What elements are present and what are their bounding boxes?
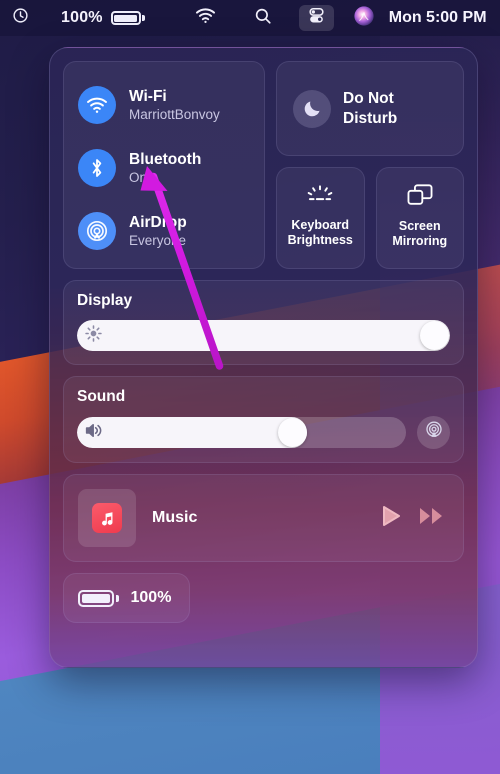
keyboard-brightness-tile[interactable]: Keyboard Brightness <box>276 167 365 269</box>
bluetooth-status: On <box>129 169 148 185</box>
display-slider-fill <box>77 320 450 351</box>
music-app-icon <box>92 503 122 533</box>
sound-slider-row <box>77 416 450 449</box>
sound-volume-slider[interactable] <box>77 417 406 448</box>
control-center-panel: Wi-Fi MarriottBonvoy Bluetooth On AirDro… <box>49 47 478 668</box>
menubar-clock-text: Mon 5:00 PM <box>388 9 487 26</box>
menubar-control-center-button[interactable] <box>298 5 334 31</box>
control-center-toggles-icon <box>307 6 326 30</box>
music-app-name: Music <box>152 509 198 526</box>
keyboard-brightness-label-line2: Brightness <box>287 233 353 247</box>
wifi-icon <box>195 7 216 29</box>
keyboard-brightness-label-line1: Keyboard <box>291 218 350 232</box>
menubar-clock[interactable]: Mon 5:00 PM <box>382 5 494 31</box>
screen-mirroring-label: Screen Mirroring <box>392 219 447 249</box>
connectivity-card: Wi-Fi MarriottBonvoy Bluetooth On AirDro… <box>63 61 265 269</box>
clock-icon <box>12 7 29 29</box>
sound-card: Sound <box>63 376 464 463</box>
do-not-disturb-tile[interactable]: Do Not Disturb <box>276 61 464 156</box>
siri-orb-icon <box>353 5 375 32</box>
menubar-siri-button[interactable] <box>346 5 382 31</box>
play-icon[interactable] <box>380 504 402 533</box>
battery-full-icon <box>78 589 119 607</box>
screen-mirroring-tile[interactable]: Screen Mirroring <box>375 167 464 269</box>
quick-tiles-column: Do Not Disturb Keyboard Brightness Scree… <box>276 61 464 269</box>
menubar-battery[interactable]: 100% <box>54 5 152 31</box>
tile-pair: Keyboard Brightness Screen Mirroring <box>276 167 464 269</box>
airdrop-toggle-row[interactable]: AirDrop Everyone <box>64 202 264 260</box>
airdrop-label: AirDrop <box>129 214 187 232</box>
keyboard-brightness-icon <box>305 184 335 211</box>
do-not-disturb-label: Do Not Disturb <box>343 90 398 127</box>
wifi-label: Wi-Fi <box>129 88 167 106</box>
wifi-toggle-row[interactable]: Wi-Fi MarriottBonvoy <box>64 76 264 134</box>
music-album-art <box>78 489 136 547</box>
display-slider-knob[interactable] <box>420 321 449 350</box>
screen-mirroring-icon <box>406 183 434 212</box>
airdrop-visibility: Everyone <box>129 232 187 248</box>
screen-mirroring-label-line1: Screen <box>398 219 441 233</box>
display-slider-row <box>77 320 450 351</box>
wifi-network: MarriottBonvoy <box>129 106 220 122</box>
screen-mirroring-label-line2: Mirroring <box>392 234 448 248</box>
bluetooth-label: Bluetooth <box>129 151 202 169</box>
bluetooth-icon <box>78 149 116 187</box>
display-title: Display <box>77 292 133 309</box>
control-center-top-row: Wi-Fi MarriottBonvoy Bluetooth On AirDro… <box>63 61 464 269</box>
bluetooth-toggle-row[interactable]: Bluetooth On <box>64 139 264 197</box>
battery-full-icon <box>110 11 145 25</box>
music-controls <box>380 504 445 533</box>
menubar-spotlight-search-button[interactable] <box>247 5 279 31</box>
battery-percent-label: 100% <box>130 589 172 606</box>
speaker-volume-icon <box>84 421 104 444</box>
music-now-playing-card[interactable]: Music <box>63 474 464 562</box>
airplay-audio-icon <box>424 420 444 445</box>
fast-forward-icon[interactable] <box>419 506 445 531</box>
moon-icon <box>293 89 331 128</box>
keyboard-brightness-label: Keyboard Brightness <box>288 218 353 248</box>
airdrop-icon <box>78 212 116 250</box>
menubar-clock-status-icon[interactable] <box>5 5 36 31</box>
search-icon <box>254 7 272 30</box>
menubar-wifi-button[interactable] <box>188 5 223 31</box>
menu-bar: 100% Mon 5:00 PM <box>0 0 500 36</box>
wifi-icon <box>78 86 116 124</box>
menubar-battery-percent: 100% <box>61 9 103 26</box>
battery-card[interactable]: 100% <box>63 573 191 623</box>
display-brightness-slider[interactable] <box>77 320 450 351</box>
sound-title: Sound <box>77 388 126 405</box>
airplay-audio-button[interactable] <box>417 416 450 449</box>
display-card: Display <box>63 280 464 365</box>
sound-slider-fill <box>77 417 308 448</box>
brightness-icon <box>84 324 103 348</box>
